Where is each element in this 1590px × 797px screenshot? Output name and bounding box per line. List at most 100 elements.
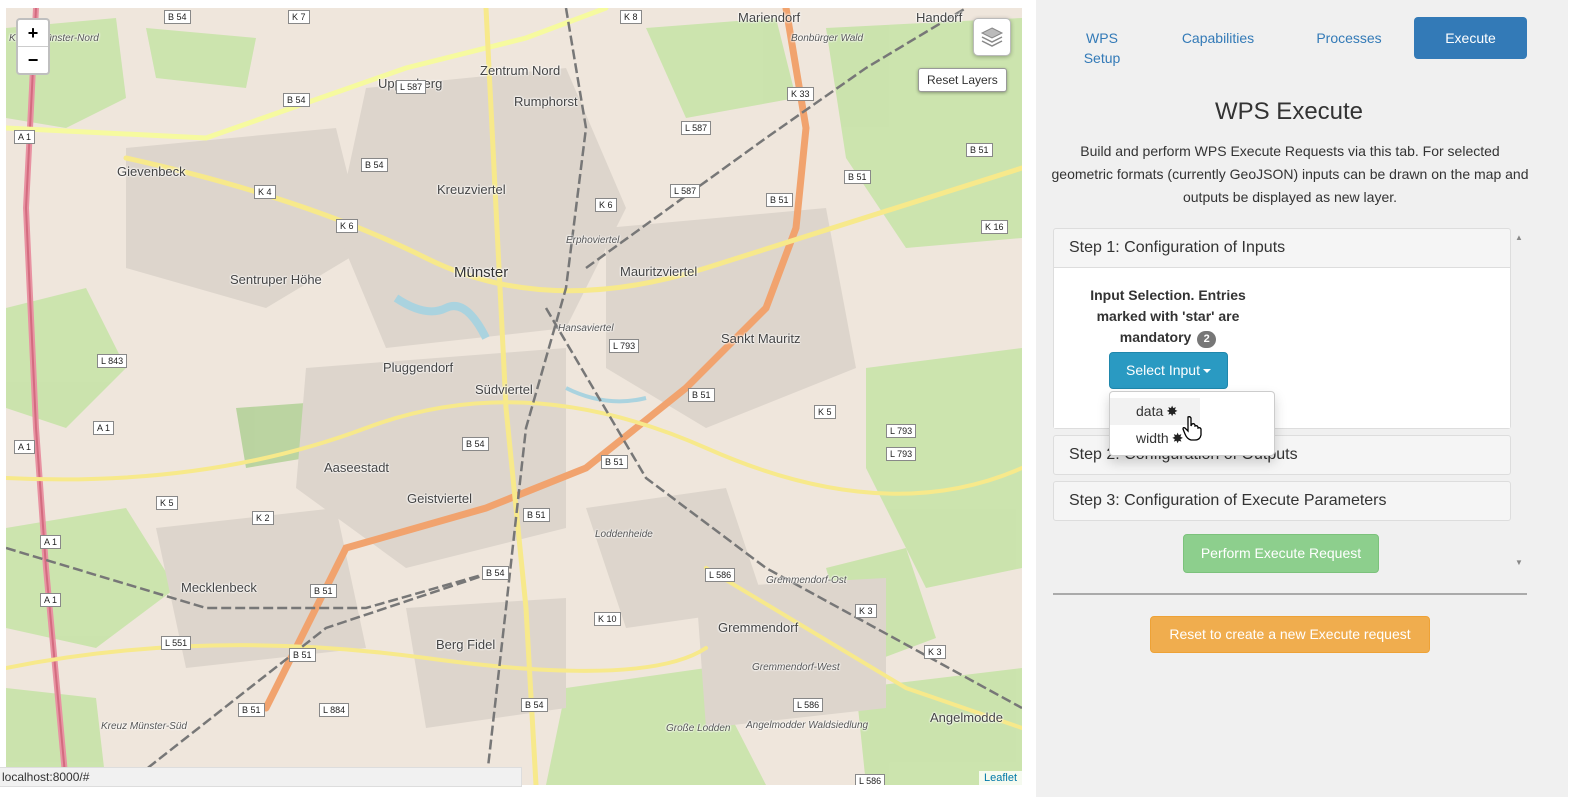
road-shield: K 3 [855,604,877,618]
execute-description: Build and perform WPS Execute Requests v… [1051,143,1529,205]
road-shield: K 2 [252,511,274,525]
mandatory-star-icon: ✸ [1166,403,1178,419]
layers-icon [980,27,1004,47]
road-shield: L 884 [319,703,350,717]
road-shield: K 6 [595,198,617,212]
road-shield: B 51 [766,193,793,207]
caret-down-icon [1202,369,1211,374]
map-place-label: Große Lodden [666,723,731,734]
map-place-label: Rumphorst [514,94,578,109]
road-shield: L 793 [886,447,917,461]
road-shield: B 51 [238,703,265,717]
road-shield: B 54 [361,158,388,172]
map-place-label: Gremmendorf-Ost [766,575,847,586]
road-shield: L 587 [681,121,712,135]
map-place-label: Erphoviertel [566,235,620,246]
input-selection-text: Input Selection. Entries marked with 'st… [1090,287,1246,345]
select-input-button[interactable]: Select Input [1109,352,1228,389]
road-shield: K 10 [594,612,621,626]
road-shield: B 54 [521,698,548,712]
input-selection-label: Input Selection. Entries marked with 'st… [1082,285,1254,348]
map-place-label: Hansaviertel [558,323,614,334]
road-shield: K 8 [620,10,642,24]
road-shield: A 1 [40,535,62,549]
road-shield: K 7 [288,10,310,24]
map-place-label: Münster [454,264,509,281]
road-shield: L 551 [161,636,192,650]
road-shield: A 1 [14,440,36,454]
map-place-label: Handorf [916,10,963,25]
tab-capabilities[interactable]: Capabilities [1170,28,1266,48]
dropdown-item-label: data [1136,403,1164,419]
road-shield: K 33 [787,87,814,101]
dropdown-item-label: width [1136,430,1169,446]
zoom-in-button[interactable]: + [18,20,48,46]
road-shield: L 843 [97,354,128,368]
map-place-label: Bonbürger Wald [791,33,864,44]
zoom-out-button[interactable]: − [18,46,48,73]
map-place-label: Aaseestadt [324,460,390,475]
mandatory-count-badge: 2 [1197,331,1217,348]
road-shield: B 51 [844,170,871,184]
tab-processes[interactable]: Processes [1306,28,1392,48]
road-shield: B 51 [310,584,337,598]
map-place-label: Angelmodder Waldsiedlung [746,720,869,731]
map-place-label: Angelmodde [930,710,1003,725]
execute-title: WPS Execute [1214,98,1364,125]
map-place-label: Zentrum Nord [480,63,561,78]
map-place-label: Mauritzviertel [620,264,698,279]
scroll-down-icon[interactable]: ▼ [1515,558,1523,567]
map-place-label: Gremmendorf [718,620,799,635]
map-place-label: Sentruper Höhe [230,272,322,287]
road-shield: L 587 [396,80,427,94]
map-place-label: Kreuzviertel [437,182,506,197]
road-shield: A 1 [93,421,115,435]
select-input-label: Select Input [1126,362,1200,378]
road-shield: L 586 [793,698,824,712]
road-shield: L 586 [705,568,736,582]
road-shield: B 54 [164,10,191,24]
map-place-label: Südviertel [475,382,533,397]
map-place-label: Loddenheide [595,529,653,540]
road-shield: L 586 [855,774,886,785]
reset-layers-button[interactable]: Reset Layers [918,68,1007,92]
road-shield: B 54 [283,93,310,107]
road-shield: A 1 [14,130,36,144]
road-shield: K 4 [254,185,276,199]
map-place-label: Mariendorf [738,10,801,25]
road-shield: L 793 [886,424,917,438]
road-shield: L 793 [609,339,640,353]
nav-tabs: WPS Setup Capabilities Processes Execute [1036,17,1568,67]
execute-accordion: Step 1: Configuration of Inputs Input Se… [1053,228,1511,521]
browser-status-bar: localhost:8000/# [0,767,522,787]
road-shield: B 54 [462,437,489,451]
step3-panel: Step 3: Configuration of Execute Paramet… [1053,481,1511,521]
road-shield: B 54 [482,566,509,580]
road-shield: K 5 [156,496,178,510]
side-panel: WPS Setup Capabilities Processes Execute… [1036,0,1568,797]
road-shield: K 5 [814,405,836,419]
road-shield: K 6 [336,219,358,233]
layers-button[interactable] [973,18,1011,56]
road-shield: A 1 [40,593,62,607]
tab-execute[interactable]: Execute [1414,17,1527,59]
scroll-up-icon[interactable]: ▲ [1515,233,1523,242]
leaflet-attribution-link[interactable]: Leaflet [978,771,1022,785]
map-place-label: Berg Fidel [436,637,496,652]
step1-header[interactable]: Step 1: Configuration of Inputs [1054,229,1510,267]
step3-header[interactable]: Step 3: Configuration of Execute Paramet… [1054,482,1510,520]
map[interactable]: MariendorfHandorfZentrum NordUppenbergRu… [6,8,1022,785]
map-place-label: Geistviertel [407,491,473,506]
map-place-label: Mecklenbeck [181,580,257,595]
tab-wps-setup[interactable]: WPS Setup [1078,28,1126,68]
road-shield: K 16 [981,220,1008,234]
zoom-control: + − [16,18,50,75]
perform-execute-button[interactable]: Perform Execute Request [1183,534,1379,573]
map-place-label: Gremmendorf-West [752,662,840,673]
divider [1053,593,1527,595]
road-shield: B 51 [688,388,715,402]
map-place-label: Gievenbeck [117,164,186,179]
reset-execute-button[interactable]: Reset to create a new Execute request [1150,616,1430,653]
map-place-label: Pluggendorf [383,360,454,375]
road-shield: B 51 [289,648,316,662]
